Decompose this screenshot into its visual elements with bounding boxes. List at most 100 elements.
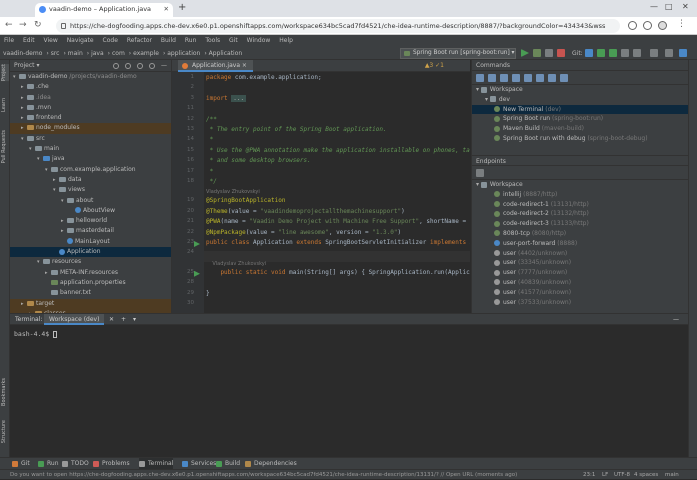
project-tree-item[interactable]: ▾com.example.application [10, 165, 172, 175]
author-hint[interactable]: Vladyslav Zhukovskyi [206, 261, 266, 267]
tool-tab-learn[interactable]: Learn [1, 98, 9, 112]
command-item[interactable]: Spring Boot run with debug (spring-boot-… [472, 134, 688, 144]
editor-tab-application[interactable]: Application.java × [178, 60, 253, 72]
author-hint[interactable]: Vladyslav Zhukovskyi [206, 189, 260, 195]
minimize-icon[interactable]: — [650, 2, 658, 11]
filter-icon[interactable] [536, 74, 544, 82]
inspection-widget[interactable]: ▲3 ✓1 [425, 60, 444, 72]
project-tree-item[interactable]: ▾vaadin-demo /projects/vaadin-demo [10, 72, 172, 82]
project-tree-item[interactable]: ▸frontend [10, 113, 172, 123]
rollback-icon[interactable] [633, 49, 641, 57]
collapse-icon[interactable] [560, 74, 568, 82]
browser-tab[interactable]: vaadin-demo – Application.java ✕ [35, 3, 173, 17]
browser-menu-icon[interactable]: ⋮ [677, 19, 686, 29]
menu-git[interactable]: Git [229, 37, 238, 44]
new-tab-button[interactable]: + [178, 3, 186, 13]
menu-run[interactable]: Run [185, 37, 197, 44]
tool-tab-pull-requests[interactable]: Pull Requests [1, 130, 9, 163]
project-tree-item[interactable]: ▾src [10, 134, 172, 144]
command-item[interactable]: Spring Boot run (spring-boot:run) [472, 114, 688, 124]
command-item[interactable]: ▾ dev [472, 95, 688, 105]
project-tree-item[interactable]: ▸.idea [10, 93, 172, 103]
project-tree-item[interactable]: MainLayout [10, 237, 172, 247]
endpoint-item[interactable]: 8080-tcp (8080/http) [472, 229, 688, 239]
add-icon[interactable] [113, 63, 119, 69]
project-tree-item[interactable]: Application [10, 247, 172, 257]
endpoint-item[interactable]: user (4402/unknown) [472, 249, 688, 259]
run-gutter-icon[interactable] [194, 271, 200, 277]
endpoint-item[interactable]: code-redirect-2 (13132/http) [472, 209, 688, 219]
command-item[interactable]: New Terminal (dev) [472, 105, 688, 115]
project-tree-item[interactable]: ▸META-INF.resources [10, 268, 172, 278]
forward-icon[interactable]: → [19, 20, 27, 30]
close-tab-icon[interactable]: ✕ [164, 3, 169, 16]
project-tree-item[interactable]: banner.txt [10, 288, 172, 298]
menu-code[interactable]: Code [103, 37, 118, 44]
status-message[interactable]: Do you want to open https://che-dogfoodi… [10, 472, 517, 478]
endpoint-item[interactable]: user (7777/unknown) [472, 268, 688, 278]
run-command-icon[interactable] [476, 74, 484, 82]
menu-tools[interactable]: Tools [205, 37, 220, 44]
share-icon[interactable] [628, 21, 637, 30]
menu-refactor[interactable]: Refactor [127, 37, 152, 44]
project-tree-item[interactable]: ▾about [10, 196, 172, 206]
coverage-icon[interactable] [545, 49, 553, 57]
menu-help[interactable]: Help [279, 37, 293, 44]
history-icon[interactable] [621, 49, 629, 57]
tool-tab-structure[interactable]: Structure [1, 420, 9, 443]
search-icon[interactable] [665, 49, 673, 57]
reload-icon[interactable]: ↻ [34, 20, 42, 30]
endpoint-item[interactable]: user (41577/unknown) [472, 288, 688, 298]
run-gutter-icon[interactable] [194, 241, 200, 247]
url-input[interactable]: https://che-dogfooding.apps.che-dev.x6e0… [56, 19, 620, 33]
profile-icon[interactable] [658, 21, 667, 30]
project-panel-title[interactable]: Project [14, 62, 35, 69]
breadcrumb-item[interactable]: vaadin-demo [3, 50, 42, 57]
git-update-icon[interactable] [585, 49, 593, 57]
terminal-output[interactable]: bash-4.4$ [14, 330, 57, 338]
menu-build[interactable]: Build [161, 37, 176, 44]
gear-icon[interactable] [149, 63, 155, 69]
collapse-all-icon[interactable] [125, 63, 131, 69]
refresh-icon[interactable] [524, 74, 532, 82]
endpoint-item[interactable]: user (33345/unknown) [472, 258, 688, 268]
menu-file[interactable]: File [4, 37, 14, 44]
project-tree-item[interactable]: ▾resources [10, 257, 172, 267]
breadcrumb-item[interactable]: example [133, 50, 159, 57]
project-tree-item[interactable]: ▸.che [10, 82, 172, 92]
debug-command-icon[interactable] [488, 74, 496, 82]
menu-edit[interactable]: Edit [23, 37, 35, 44]
project-tree-item[interactable]: AboutView [10, 206, 172, 216]
add-command-icon[interactable] [500, 74, 508, 82]
endpoint-item[interactable]: user (40839/unknown) [472, 278, 688, 288]
refresh-endpoints-icon[interactable] [476, 169, 484, 177]
project-tree-item[interactable]: ▸.mvn [10, 103, 172, 113]
breadcrumb-item[interactable]: com [112, 50, 125, 57]
terminal-tab-workspace[interactable]: Workspace (dev) [44, 314, 104, 325]
debug-icon[interactable] [533, 49, 541, 57]
project-tree-item[interactable]: ▸data [10, 175, 172, 185]
project-tree-item[interactable]: application.properties [10, 278, 172, 288]
terminal-hide-icon[interactable]: — [668, 314, 684, 325]
endpoint-item[interactable]: intellij (8887/http) [472, 190, 688, 200]
run-configuration-select[interactable]: Spring Boot run [spring-boot:run] ▾ [400, 48, 516, 59]
terminal-dropdown-icon[interactable]: ▾ [128, 314, 141, 325]
project-tree-item[interactable]: ▾main [10, 144, 172, 154]
project-tree-item[interactable]: ▸node_modules [10, 123, 172, 133]
git-push-icon[interactable] [609, 49, 617, 57]
breadcrumb-item[interactable]: src [51, 50, 60, 57]
project-tree-item[interactable]: ▾views [10, 185, 172, 195]
command-item[interactable]: ▾ Workspace [472, 85, 688, 95]
project-tree-item[interactable]: ▸masterdetail [10, 226, 172, 236]
folded-imports[interactable]: ... [231, 95, 246, 102]
breadcrumb-item[interactable]: Application [209, 50, 243, 57]
bookmark-star-icon[interactable] [643, 21, 652, 30]
tool-tab-project[interactable]: Project [1, 64, 9, 81]
endpoint-item[interactable]: code-redirect-1 (13131/http) [472, 200, 688, 210]
menu-window[interactable]: Window [247, 37, 271, 44]
endpoint-item[interactable]: user-port-forward (8888) [472, 239, 688, 249]
project-tree-item[interactable]: ▸helloworld [10, 216, 172, 226]
endpoint-item[interactable]: ▾ Workspace [472, 180, 688, 190]
menu-navigate[interactable]: Navigate [67, 37, 94, 44]
endpoint-item[interactable]: code-redirect-3 (13133/http) [472, 219, 688, 229]
